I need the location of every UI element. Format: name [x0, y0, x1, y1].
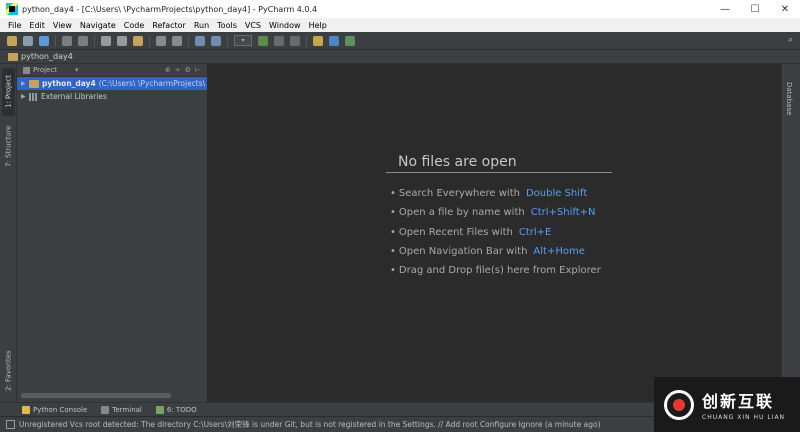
hide-panel-icon[interactable]: ⊢	[195, 66, 201, 74]
hint-recent-files: • Open Recent Files with Ctrl+E	[390, 227, 552, 238]
empty-editor-title: No files are open	[386, 154, 612, 173]
coverage-icon[interactable]	[290, 35, 300, 46]
watermark: 创新互联 CHUANG XIN HU LIAN	[654, 377, 800, 432]
chevron-down-icon[interactable]: ▾	[75, 66, 79, 74]
expand-arrow-icon[interactable]: ▶	[21, 93, 29, 100]
save-icon[interactable]	[23, 35, 33, 46]
hint-navigation-bar: • Open Navigation Bar with Alt+Home	[390, 246, 585, 257]
menu-vcs[interactable]: VCS	[241, 21, 265, 30]
menu-tools[interactable]: Tools	[213, 21, 241, 30]
main-toolbar: ▾ ⌕	[0, 32, 800, 50]
folder-icon	[8, 52, 18, 61]
minimize-button[interactable]: —	[710, 0, 740, 18]
run-icon[interactable]	[258, 35, 268, 46]
hint-open-file: • Open a file by name with Ctrl+Shift+N	[390, 207, 596, 218]
terminal-icon	[101, 405, 110, 414]
window-title: python_day4 - [C:\Users\ \PycharmProject…	[22, 4, 318, 14]
left-tool-strip: 1: Project 7: Structure 2: Favorites	[0, 64, 17, 402]
run-config-dropdown[interactable]: ▾	[234, 35, 252, 46]
shortcut-label: Double Shift	[525, 188, 588, 199]
tab-python-console[interactable]: Python Console	[22, 405, 87, 414]
hint-search-everywhere: • Search Everywhere with Double Shift	[390, 188, 588, 199]
menu-run[interactable]: Run	[190, 21, 213, 30]
gear-icon[interactable]: ⚙	[185, 66, 191, 74]
hint-drag-drop: • Drag and Drop file(s) here from Explore…	[390, 265, 601, 276]
toolbar-divider	[306, 34, 307, 47]
toolbar-divider	[149, 34, 150, 47]
tree-row-external-libraries[interactable]: ▶ External Libraries	[17, 90, 207, 103]
tab-favorites[interactable]: 2: Favorites	[2, 346, 15, 396]
project-path: (C:\Users\ \PycharmProjects\	[98, 79, 206, 88]
vcs-icon[interactable]	[345, 35, 355, 46]
project-panel-header: Project ▾ ⊕ ÷ ⚙ ⊢	[17, 64, 207, 77]
back-icon[interactable]	[195, 35, 205, 46]
project-name: python_day4	[42, 79, 96, 88]
menu-window[interactable]: Window	[265, 21, 305, 30]
settings-icon[interactable]	[313, 35, 323, 46]
copy-icon[interactable]	[117, 35, 127, 46]
folder-icon	[29, 79, 39, 88]
debug-icon[interactable]	[274, 35, 284, 46]
sync-icon[interactable]	[39, 35, 49, 46]
menu-view[interactable]: View	[49, 21, 76, 30]
tab-todo[interactable]: 6: TODO	[155, 405, 197, 414]
editor-area: No files are open • Search Everywhere wit…	[208, 64, 781, 402]
menu-file[interactable]: File	[4, 21, 25, 30]
horizontal-scrollbar[interactable]	[21, 393, 171, 398]
toolbar-divider	[188, 34, 189, 47]
menu-code[interactable]: Code	[120, 21, 148, 30]
project-tool-window: Project ▾ ⊕ ÷ ⚙ ⊢ ▶ python_day4 (C:\User…	[17, 64, 208, 402]
maximize-button[interactable]: ☐	[740, 0, 770, 18]
external-libraries-label: External Libraries	[41, 92, 107, 101]
breadcrumb[interactable]: python_day4	[21, 52, 73, 61]
toolbar-divider	[55, 34, 56, 47]
todo-icon	[155, 405, 164, 414]
cut-icon[interactable]	[101, 35, 111, 46]
status-message[interactable]: Unregistered Vcs root detected: The dire…	[19, 419, 601, 430]
title-bar: python_day4 - [C:\Users\ \PycharmProject…	[0, 0, 800, 18]
watermark-brand: 创新互联	[702, 392, 775, 411]
search-everywhere-icon[interactable]: ⌕	[785, 35, 796, 46]
tab-terminal[interactable]: Terminal	[101, 405, 142, 414]
watermark-brand-en: CHUANG XIN HU LIAN	[702, 414, 786, 421]
paste-icon[interactable]	[133, 35, 143, 46]
tab-structure[interactable]: 7: Structure	[2, 122, 15, 170]
forward-icon[interactable]	[211, 35, 221, 46]
shortcut-label: Ctrl+E	[518, 227, 552, 238]
expand-arrow-icon[interactable]: ▶	[21, 80, 29, 87]
toolbar-divider	[94, 34, 95, 47]
help-icon[interactable]	[329, 35, 339, 46]
project-view-selector[interactable]: Project	[33, 66, 57, 74]
menu-bar: File Edit View Navigate Code Refactor Ru…	[0, 18, 800, 32]
pycharm-logo-icon	[6, 3, 18, 15]
shortcut-label: Ctrl+Shift+N	[530, 207, 596, 218]
toolbar-divider	[227, 34, 228, 47]
undo-icon[interactable]	[62, 35, 72, 46]
open-folder-icon[interactable]	[7, 35, 17, 46]
collapse-all-icon[interactable]: ÷	[175, 66, 181, 74]
brand-logo-icon	[664, 389, 694, 420]
find-icon[interactable]	[156, 35, 166, 46]
tab-database[interactable]: Database	[785, 82, 793, 115]
menu-navigate[interactable]: Navigate	[76, 21, 120, 30]
tab-project[interactable]: 1: Project	[2, 68, 15, 116]
python-icon	[22, 405, 30, 414]
project-view-icon	[23, 66, 30, 74]
event-log-icon[interactable]	[6, 420, 15, 429]
right-tool-strip: Database	[781, 64, 800, 402]
menu-help[interactable]: Help	[305, 21, 331, 30]
sync-panel-icon[interactable]: ⊕	[165, 66, 171, 74]
library-icon	[29, 92, 38, 101]
menu-edit[interactable]: Edit	[25, 21, 49, 30]
replace-icon[interactable]	[172, 35, 182, 46]
close-button[interactable]: ✕	[770, 0, 800, 18]
menu-refactor[interactable]: Refactor	[148, 21, 190, 30]
navigation-bar: python_day4	[0, 50, 800, 64]
redo-icon[interactable]	[78, 35, 88, 46]
shortcut-label: Alt+Home	[533, 246, 585, 257]
tree-row-project-root[interactable]: ▶ python_day4 (C:\Users\ \PycharmProject…	[17, 77, 207, 90]
